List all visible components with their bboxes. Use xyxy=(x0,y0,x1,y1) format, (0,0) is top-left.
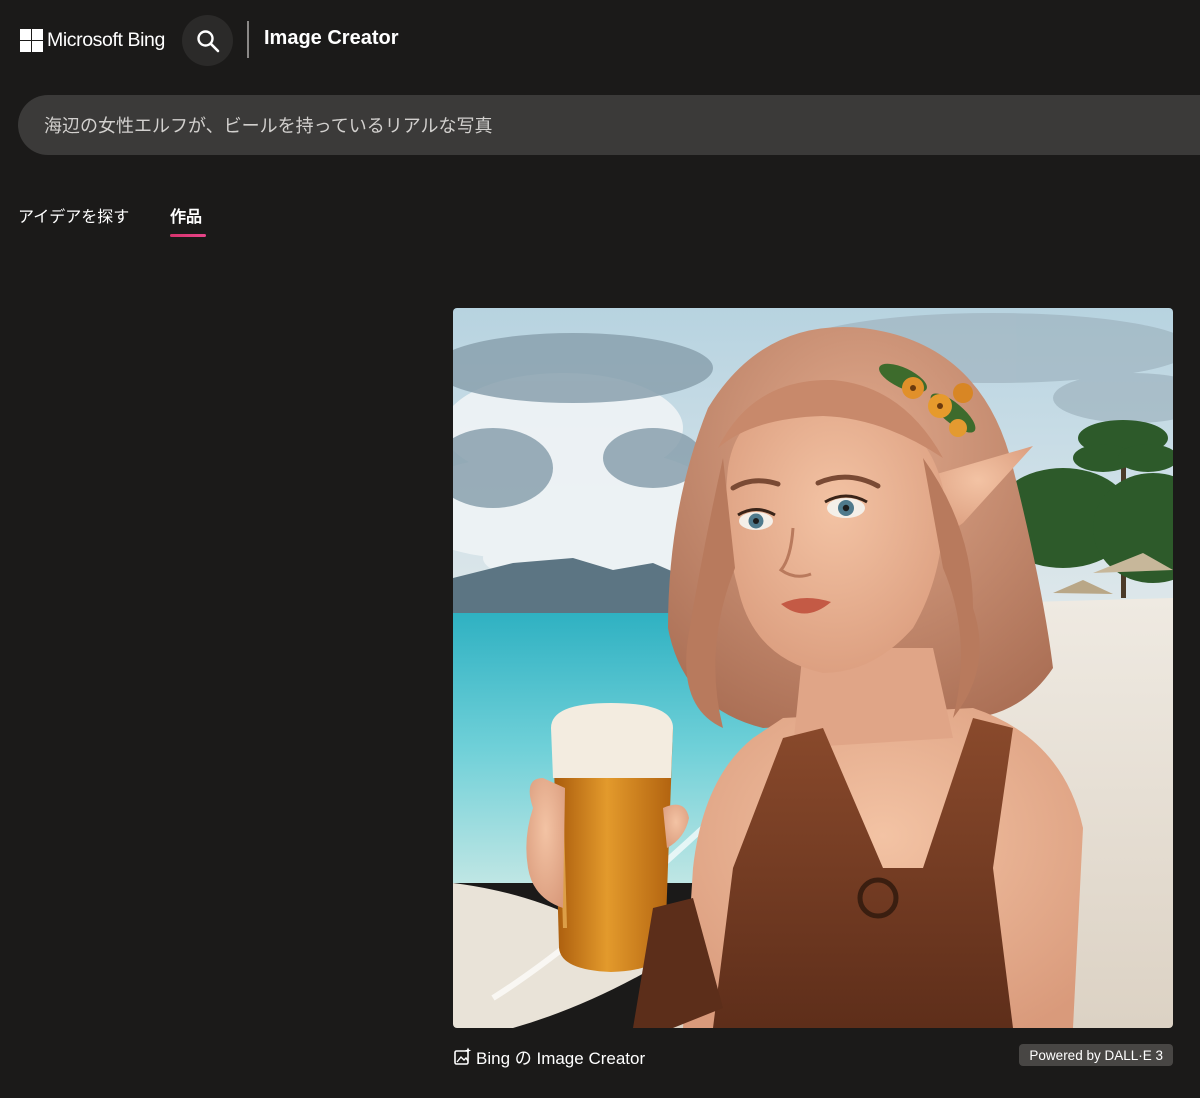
active-tab-indicator xyxy=(170,234,206,237)
bing-home-link[interactable]: Microsoft Bing xyxy=(20,27,165,53)
prompt-text[interactable]: 海辺の女性エルフが、ビールを持っているリアルな写真 xyxy=(44,112,493,138)
app-title[interactable]: Image Creator xyxy=(264,27,399,50)
prompt-input[interactable]: 海辺の女性エルフが、ビールを持っているリアルな写真 xyxy=(18,95,1200,155)
powered-by-badge: Powered by DALL·E 3 xyxy=(1019,1044,1173,1066)
search-button[interactable] xyxy=(182,15,233,66)
tab-explore-ideas[interactable]: アイデアを探す xyxy=(18,203,129,239)
image-creator-icon xyxy=(454,1047,472,1065)
brand-name: Microsoft Bing xyxy=(47,28,165,51)
image-creator-link[interactable]: Bing の Image Creator xyxy=(453,1044,645,1069)
search-icon xyxy=(196,29,219,52)
tab-creations-label: 作品 xyxy=(170,207,203,226)
generated-image-artwork xyxy=(453,308,1173,1028)
header: Microsoft Bing Image Creator xyxy=(0,0,1200,80)
header-divider xyxy=(247,21,249,58)
tab-creations[interactable]: 作品 xyxy=(170,203,206,239)
image-footer: Bing の Image Creator Powered by DALL·E 3 xyxy=(453,1040,1173,1070)
attribution-text: Bing の Image Creator xyxy=(476,1049,646,1068)
microsoft-logo-icon xyxy=(20,28,43,52)
generated-image[interactable] xyxy=(453,308,1173,1028)
tab-explore-ideas-label: アイデアを探す xyxy=(18,207,130,226)
